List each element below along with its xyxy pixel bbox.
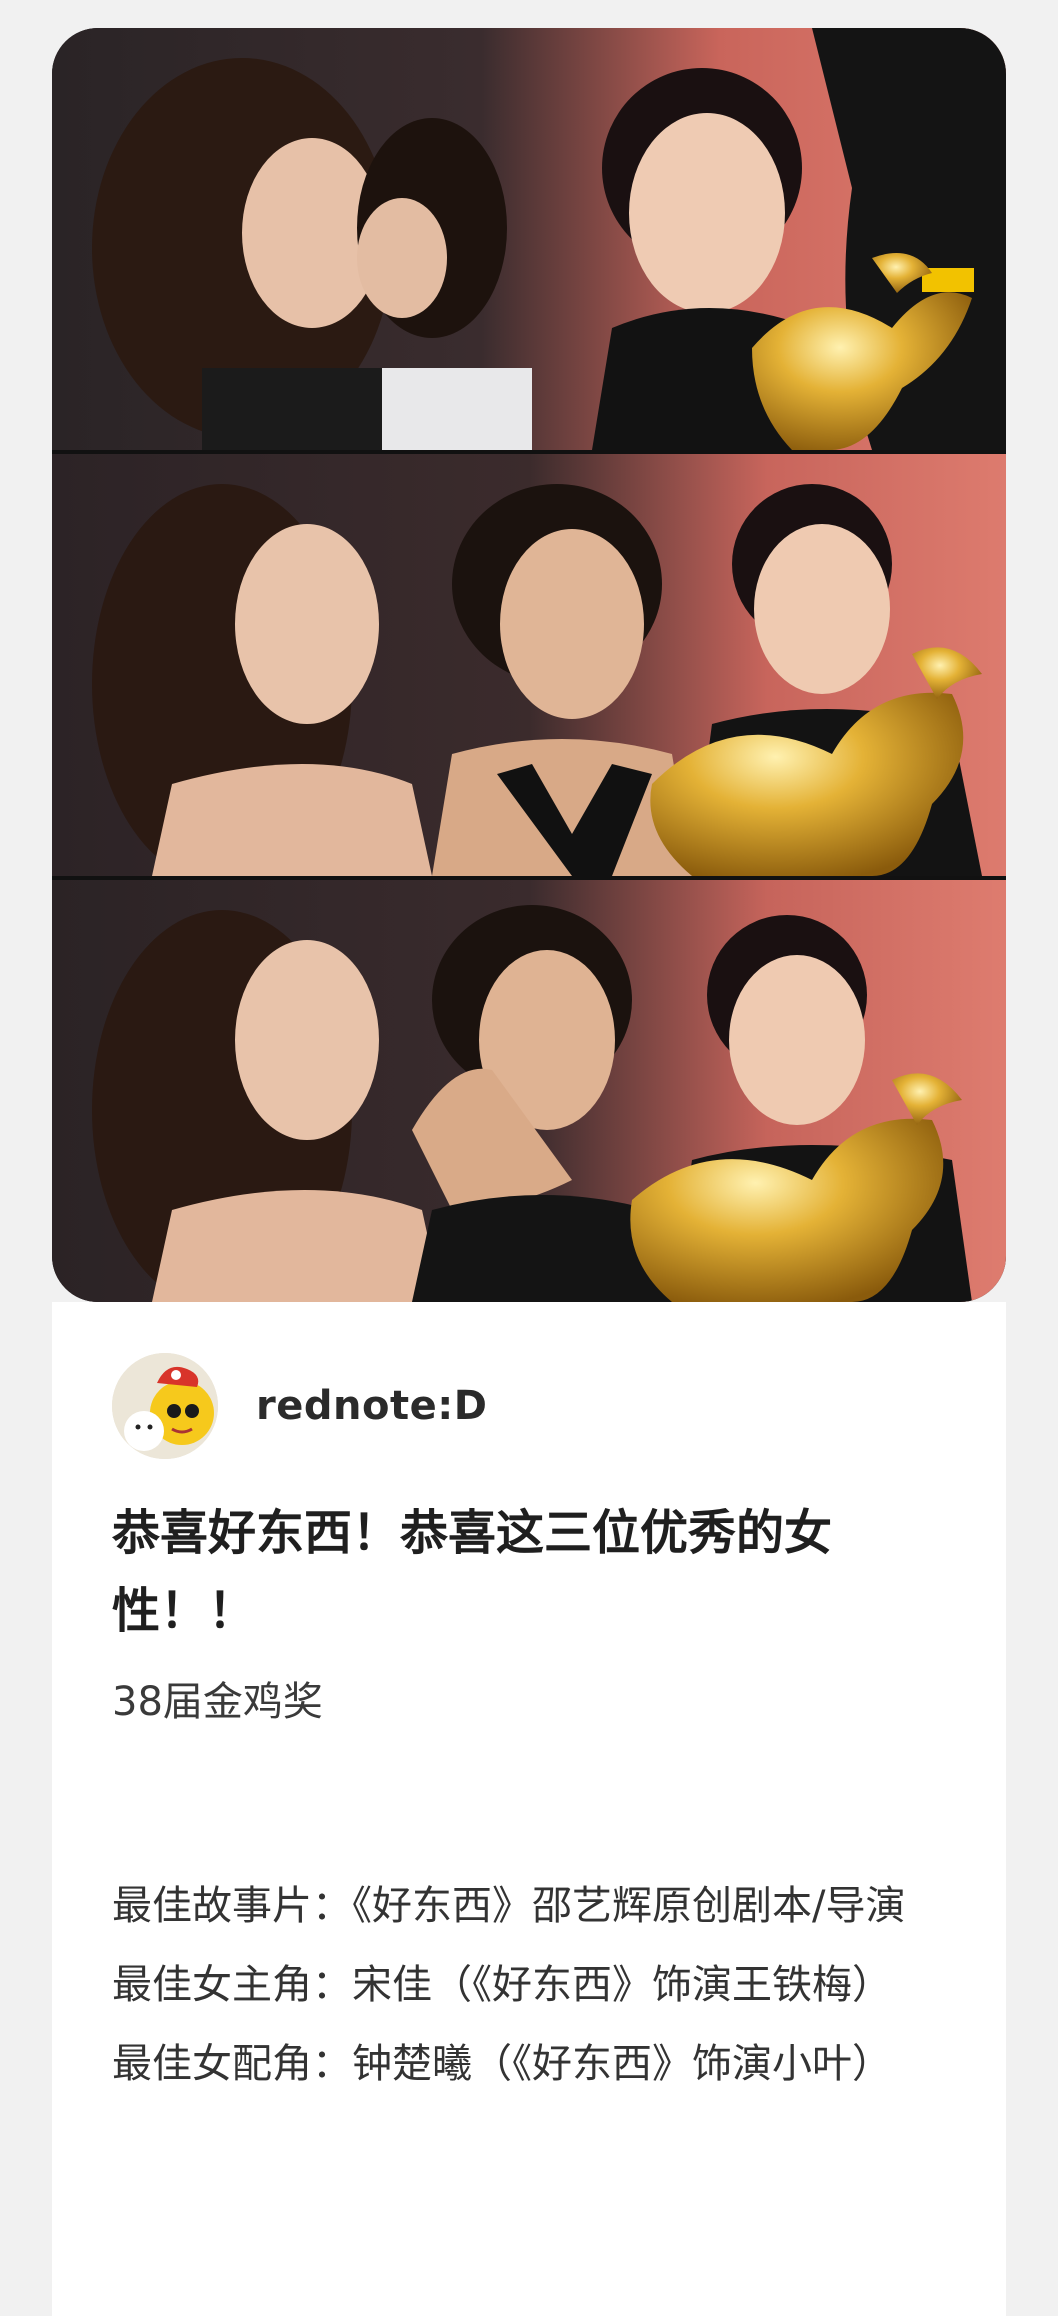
photo-illustration (52, 880, 1006, 1302)
page: rednote:D 恭喜好东西！恭喜这三位优秀的女性！！ 38届金鸡奖 最佳故事… (0, 0, 1058, 2316)
avatar-image (112, 1353, 218, 1459)
gallery-photo-1[interactable] (52, 28, 1006, 450)
gallery-photo-2[interactable] (52, 454, 1006, 876)
award-item: 最佳女配角：钟楚曦（《好东西》饰演小叶） (112, 2041, 892, 2087)
author-row[interactable]: rednote:D (112, 1352, 487, 1460)
avatar[interactable] (112, 1353, 218, 1459)
author-name[interactable]: rednote:D (256, 1383, 487, 1429)
gallery-photo-3[interactable] (52, 880, 1006, 1302)
post-title: 恭喜好东西！恭喜这三位优秀的女性！！ (112, 1505, 833, 1639)
award-item: 最佳故事片：《好东西》邵艺辉原创剧本/导演 (112, 1883, 906, 1929)
post-content: rednote:D 恭喜好东西！恭喜这三位优秀的女性！！ 38届金鸡奖 最佳故事… (52, 1302, 1006, 2316)
photo-illustration (52, 28, 1006, 450)
photo-gallery[interactable] (52, 28, 1006, 1302)
award-item: 最佳女主角：宋佳（《好东西》饰演王铁梅） (112, 1962, 892, 2008)
award-list: 最佳故事片：《好东西》邵艺辉原创剧本/导演 最佳女主角：宋佳（《好东西》饰演王铁… (112, 1867, 952, 2104)
photo-illustration (52, 454, 1006, 876)
post-subtitle: 38届金鸡奖 (112, 1679, 323, 1725)
